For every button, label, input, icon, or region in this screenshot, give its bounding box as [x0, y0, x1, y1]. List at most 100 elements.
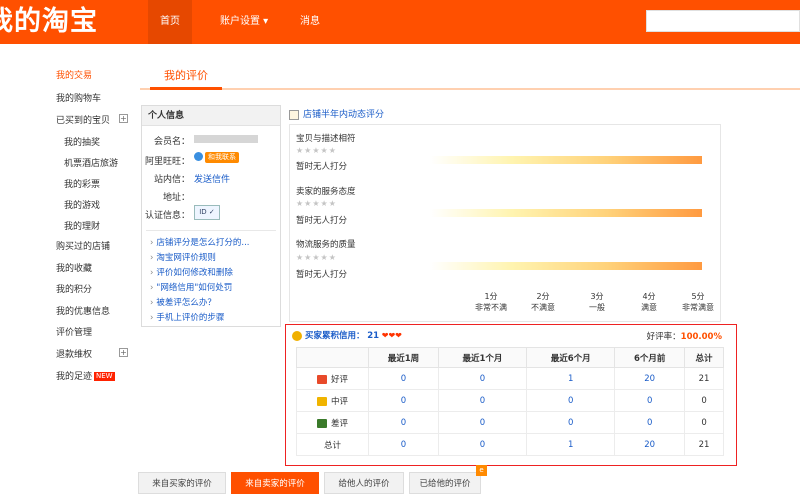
credit-table-header: 最近1周 最近1个月 最近6个月 6个月前 总计 [296, 347, 724, 368]
credit-cell: 21 [684, 367, 724, 390]
sidebar-item-lottery[interactable]: 我的彩票 [64, 177, 100, 190]
credit-cell[interactable]: 0 [437, 411, 528, 434]
credit-cell[interactable]: 0 [614, 411, 686, 434]
sidebar-item-travel[interactable]: 机票酒店旅游 [64, 156, 118, 169]
credit-cell[interactable]: 1 [526, 433, 616, 456]
scale-4-desc: 满意 [641, 303, 657, 312]
address-label: 地址： [162, 193, 190, 203]
credit-cell[interactable]: 0 [526, 389, 616, 412]
member-label: 会员名： [153, 137, 190, 147]
credit-cell[interactable]: 0 [368, 367, 439, 390]
credit-cell[interactable]: 0 [368, 433, 439, 456]
credit-cell[interactable]: 20 [614, 367, 686, 390]
credit-cell[interactable]: 20 [614, 433, 686, 456]
scale-1-score: 1分 [484, 292, 498, 301]
footprints-label: 我的足迹 [56, 372, 93, 382]
sidebar-item-footprints[interactable]: 我的足迹 NEW [56, 369, 115, 382]
credit-cell[interactable]: 1 [526, 367, 616, 390]
sidebar-item-lottery-draw[interactable]: 我的抽奖 [64, 135, 100, 148]
search-input[interactable] [646, 10, 800, 32]
nav-account-settings[interactable]: 账户设置 ▾ [220, 0, 268, 44]
sidebar-item-games[interactable]: 我的游戏 [64, 198, 100, 211]
credit-row-label: 差评 [296, 411, 369, 434]
credit-cell[interactable]: 0 [526, 411, 616, 434]
col-header-blank [296, 347, 369, 368]
credit-cell[interactable]: 0 [368, 389, 439, 412]
personal-info-title: 个人信息 [142, 106, 280, 126]
rating-stars-logistics: ★★★★★ [296, 253, 337, 262]
rating-label-logistics: 物流服务的质量 [296, 240, 356, 250]
credit-cell[interactable]: 0 [614, 389, 686, 412]
tab-my-reviews[interactable]: 我的评价 [150, 64, 222, 88]
good-rate-label: 好评率： [646, 332, 681, 342]
col-header-before-six-months: 6个月前 [614, 347, 686, 368]
help-link-bad-review[interactable]: 被差评怎么办？ [150, 296, 216, 308]
wangwang-label: 阿里旺旺： [144, 157, 190, 167]
sidebar-item-shops[interactable]: 购买过的店铺 [56, 239, 110, 252]
tab-given-to-others[interactable]: 给他人的评价 [324, 472, 404, 494]
help-link-mobile[interactable]: 手机上评价的步骤 [150, 311, 224, 323]
credit-cell[interactable]: 0 [437, 433, 528, 456]
sidebar-item-refunds[interactable]: 退款维权 [56, 347, 92, 360]
sidebar-item-bought[interactable]: 已买到的宝贝 [56, 113, 110, 126]
scale-3: 3分一般 [569, 291, 625, 313]
wangwang-icon [194, 152, 203, 161]
credit-cell[interactable]: 0 [437, 389, 528, 412]
tab-given-to-him[interactable]: 已给他的评价 [409, 472, 481, 494]
dynamic-rating-title: 店铺半年内动态评分 [289, 107, 384, 120]
scale-3-desc: 一般 [589, 303, 605, 312]
help-link-penalty[interactable]: "网络信用"如何处罚 [150, 281, 232, 293]
credit-cell: 0 [684, 389, 724, 412]
tab-active-indicator [150, 87, 222, 90]
nav-home[interactable]: 首页 [148, 0, 192, 44]
sidebar-item-reviews[interactable]: 评价管理 [56, 325, 92, 338]
tab-from-sellers[interactable]: 来自卖家的评价 [231, 472, 319, 494]
good-rate-value: 100.00% [680, 332, 722, 342]
logo[interactable]: 我的淘宝 [0, 4, 98, 40]
credit-cell[interactable]: 0 [368, 411, 439, 434]
credit-cell: 0 [684, 411, 724, 434]
buyer-credit-panel: 买家累积信用： 21 ❤❤❤ 好评率：100.00% 最近1周 最近1个月 最近… [285, 324, 737, 466]
top-bar: 我的淘宝 首页 账户设置 ▾ 消息 [0, 0, 800, 44]
sidebar-item-finance[interactable]: 我的理财 [64, 219, 100, 232]
sidebar-item-my-trades[interactable]: 我的交易 [56, 68, 92, 81]
credit-table-row: 好评 0 0 1 20 21 [296, 367, 724, 390]
credit-row-label-text: 中评 [330, 396, 348, 407]
scale-4: 4分 满意 [621, 291, 677, 313]
certification-icon[interactable]: ID ✓ [194, 205, 220, 220]
dynamic-rating-title-text: 店铺半年内动态评分 [303, 110, 385, 120]
scale-3-score: 3分 [590, 292, 604, 301]
help-link-score[interactable]: 店铺评分是怎么打分的... [150, 236, 249, 248]
site-mail-label: 站内信： [153, 175, 190, 185]
credit-cell[interactable]: 0 [437, 367, 528, 390]
rating-stars-service: ★★★★★ [296, 199, 337, 208]
col-header-total: 总计 [684, 347, 724, 368]
scale-1-desc: 非常不满 [475, 303, 507, 312]
col-header-week: 最近1周 [368, 347, 439, 368]
col-header-six-months: 最近6个月 [526, 347, 616, 368]
wangwang-contact[interactable]: 和我联系 [194, 152, 239, 163]
rating-chart-icon [289, 109, 299, 120]
rating-type-icon [316, 418, 327, 428]
sidebar-item-coupons[interactable]: 我的优惠信息 [56, 304, 110, 317]
help-link-edit[interactable]: 评价如何修改和删除 [150, 266, 233, 278]
expand-bought-icon[interactable]: + [119, 114, 128, 123]
tab-from-buyers[interactable]: 来自买家的评价 [138, 472, 226, 494]
rating-stars-description: ★★★★★ [296, 146, 337, 155]
rating-label-service: 卖家的服务态度 [296, 187, 356, 197]
help-link-rules[interactable]: 淘宝网评价规则 [150, 251, 216, 263]
sidebar-item-points[interactable]: 我的积分 [56, 282, 92, 295]
sidebar-item-cart[interactable]: 我的购物车 [56, 91, 101, 104]
sidebar-item-favorites[interactable]: 我的收藏 [56, 261, 92, 274]
credit-row-label: 好评 [296, 367, 369, 390]
info-divider [146, 230, 276, 231]
send-mail-link[interactable]: 发送信件 [194, 172, 230, 185]
wangwang-contact-label: 和我联系 [205, 152, 239, 163]
rating-type-icon [316, 374, 327, 384]
scale-2-desc: 不满意 [531, 303, 555, 312]
buyer-icon [292, 330, 302, 341]
credit-row-label-text: 差评 [330, 418, 348, 429]
nav-messages[interactable]: 消息 [300, 0, 320, 44]
expand-refunds-icon[interactable]: + [119, 348, 128, 357]
credit-row-label-text: 总计 [323, 440, 341, 451]
